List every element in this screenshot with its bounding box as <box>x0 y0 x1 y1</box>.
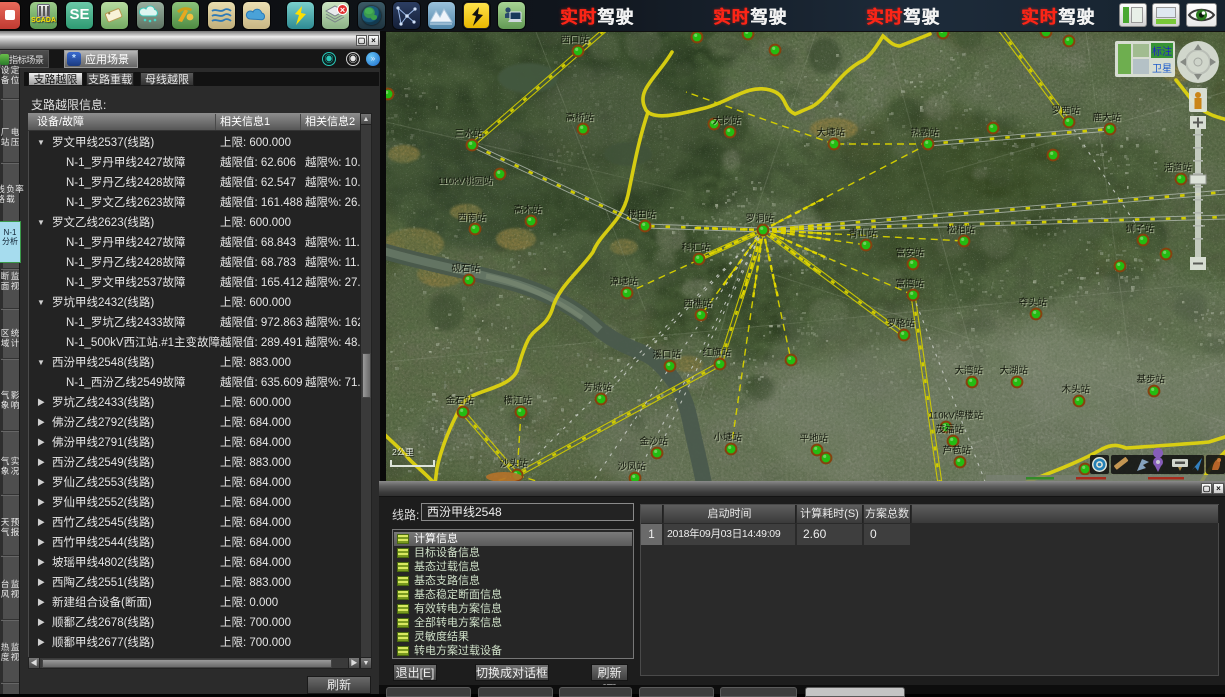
svg-text:大湾站: 大湾站 <box>955 365 984 377</box>
svg-text:基步站: 基步站 <box>1137 374 1166 386</box>
svg-text:大岗站: 大岗站 <box>713 115 742 127</box>
svg-text:三水站: 三水站 <box>455 128 484 140</box>
svg-text:西口站: 西口站 <box>561 34 590 46</box>
svg-text:高桥站: 高桥站 <box>566 112 595 124</box>
svg-text:横江站: 横江站 <box>504 395 533 407</box>
svg-text:平地站: 平地站 <box>800 433 829 445</box>
svg-text:金沙站: 金沙站 <box>640 436 669 448</box>
svg-text:罗格站: 罗格站 <box>887 318 916 330</box>
svg-text:活道站: 活道站 <box>1164 162 1193 174</box>
svg-text:红旗站: 红旗站 <box>703 347 732 359</box>
svg-text:溪口站: 溪口站 <box>653 349 682 361</box>
svg-text:砚石站: 砚石站 <box>452 263 481 275</box>
svg-text:夺头站: 夺头站 <box>1019 297 1048 309</box>
svg-text:青山站: 青山站 <box>849 228 878 240</box>
svg-text:110kV桃园站: 110kV桃园站 <box>438 175 493 187</box>
svg-text:楼田站: 楼田站 <box>628 209 657 221</box>
svg-text:小塘站: 小塘站 <box>714 432 743 444</box>
svg-text:标注: 标注 <box>1152 45 1172 58</box>
svg-text:科汇站: 科汇站 <box>682 242 711 254</box>
svg-text:罗西站: 罗西站 <box>1052 105 1081 117</box>
svg-text:金石站: 金石站 <box>446 395 475 407</box>
svg-text:热霸站: 热霸站 <box>911 127 940 139</box>
svg-text:西南站: 西南站 <box>458 212 487 224</box>
svg-text:松柏站: 松柏站 <box>947 224 976 236</box>
svg-text:大塘站: 大塘站 <box>817 127 846 139</box>
svg-text:沙头站: 沙头站 <box>500 458 529 470</box>
svg-text:高木站: 高木站 <box>514 204 543 216</box>
svg-text:罗洞站: 罗洞站 <box>746 213 775 225</box>
svg-text:富湾站: 富湾站 <box>896 278 925 290</box>
svg-text:芳城站: 芳城站 <box>584 382 613 394</box>
svg-text:漳塘站: 漳塘站 <box>610 276 639 288</box>
svg-text:沙凤站: 沙凤站 <box>618 461 647 473</box>
svg-text:鹿大站: 鹿大站 <box>1093 112 1122 124</box>
svg-text:西樵站: 西樵站 <box>684 298 713 310</box>
svg-text:木头站: 木头站 <box>1062 384 1091 396</box>
svg-text:富安站: 富安站 <box>896 247 925 259</box>
svg-text:芦苞站: 芦苞站 <box>943 445 972 457</box>
svg-text:狮子站: 狮子站 <box>1126 223 1155 235</box>
svg-text:110kV牌楼站: 110kV牌楼站 <box>929 410 984 422</box>
svg-text:2公里: 2公里 <box>392 447 414 457</box>
svg-text:大湖站: 大湖站 <box>1000 365 1029 377</box>
svg-text:茂福站: 茂福站 <box>936 424 965 436</box>
svg-text:卫星: 卫星 <box>1152 63 1172 75</box>
